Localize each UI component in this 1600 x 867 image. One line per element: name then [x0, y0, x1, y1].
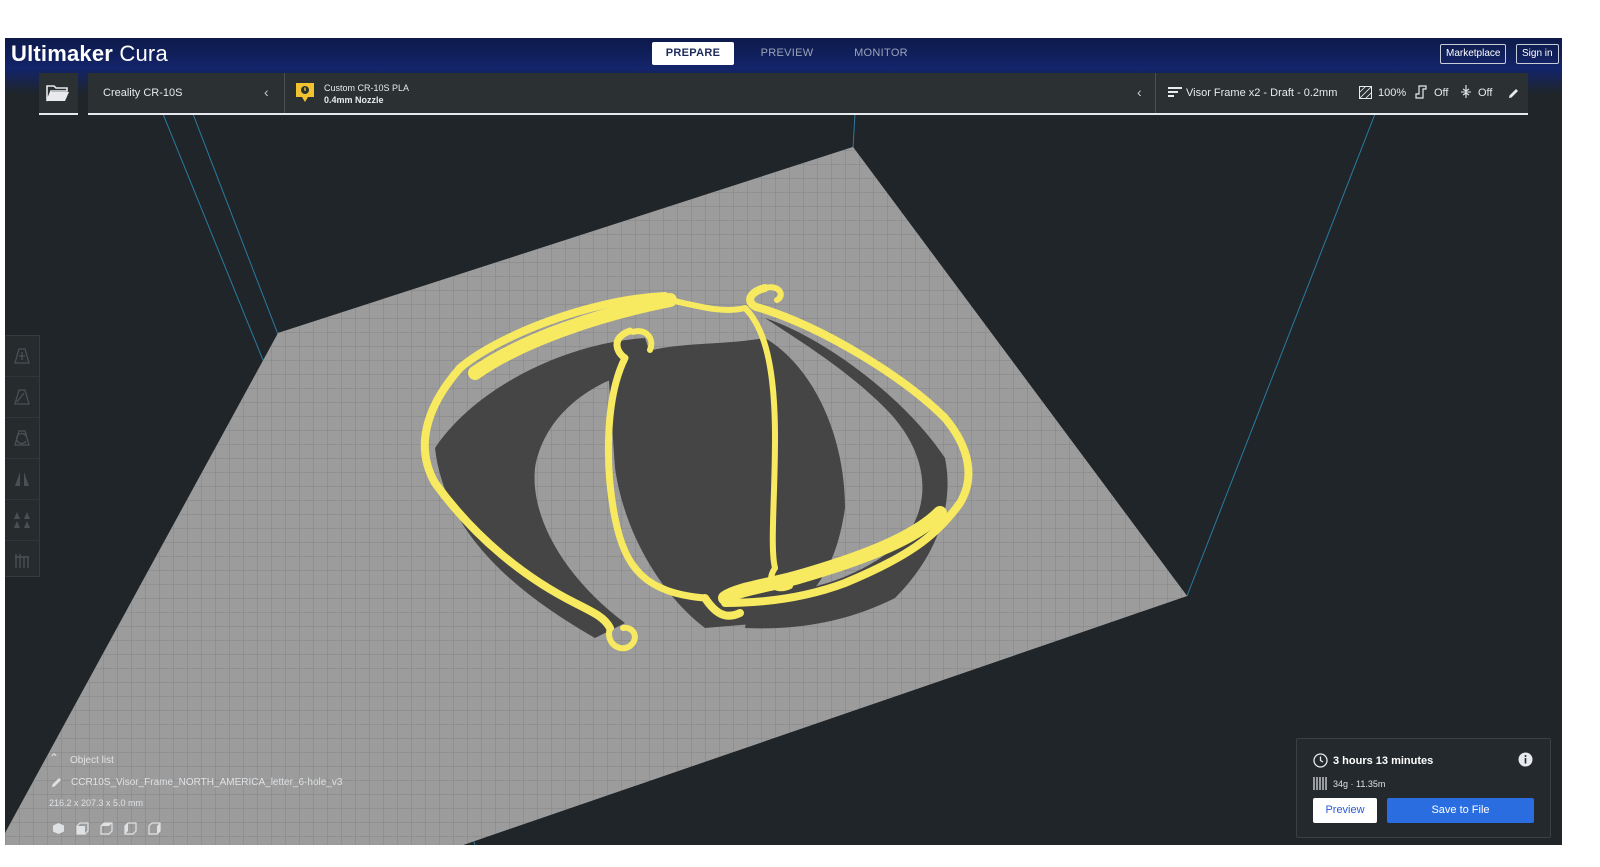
- material-usage: 34g · 11.35m: [1333, 779, 1386, 789]
- rotate-tool-button[interactable]: [5, 418, 39, 459]
- mirror-icon: [15, 472, 29, 486]
- left-view-icon[interactable]: [124, 822, 137, 835]
- viewport-3d[interactable]: [5, 38, 1562, 845]
- right-view-icon[interactable]: [148, 822, 161, 835]
- scale-tool-button[interactable]: [5, 377, 39, 418]
- sign-in-button[interactable]: Sign in: [1516, 44, 1559, 64]
- move-tool-button[interactable]: [5, 336, 39, 377]
- open-file-button[interactable]: [39, 73, 78, 115]
- cura-window: Ultimaker Cura PREPARE PREVIEW MONITOR M…: [5, 38, 1562, 845]
- adhesion-icon: [1461, 85, 1471, 98]
- material-selector[interactable]: Custom CR-10S PLA 0.4mm Nozzle ‹: [285, 73, 1155, 113]
- move-icon: [14, 348, 30, 364]
- 3d-view-icon[interactable]: [52, 822, 65, 835]
- mirror-tool-button[interactable]: [5, 459, 39, 500]
- per-model-settings-icon: [14, 512, 30, 528]
- print-setup-toolbar: Creality CR-10S ‹ Custom CR-10S PLA 0.4m…: [88, 73, 1528, 115]
- material-name: Custom CR-10S PLA: [324, 83, 410, 93]
- tab-monitor[interactable]: MONITOR: [840, 42, 922, 65]
- per-model-settings-button[interactable]: [5, 500, 39, 541]
- tool-panel: [5, 335, 40, 577]
- infill-value: 100%: [1378, 87, 1407, 99]
- print-settings-selector[interactable]: Visor Frame x2 - Draft - 0.2mm 100% Off …: [1156, 73, 1528, 113]
- object-name: CCR10S_Visor_Frame_NORTH_AMERICA_letter_…: [71, 777, 343, 788]
- support-icon: [1415, 85, 1427, 99]
- view-orientation-buttons: [52, 822, 161, 835]
- printer-name: Creality CR-10S: [103, 87, 183, 99]
- infill-icon: [1359, 86, 1372, 99]
- info-icon[interactable]: [1518, 752, 1533, 767]
- support-value: Off: [1434, 87, 1449, 99]
- pencil-icon: [52, 778, 61, 787]
- object-dimensions: 216.2 x 207.3 x 5.0 mm: [49, 798, 144, 808]
- ultimaker-cura-logo: Ultimaker Cura: [11, 41, 168, 66]
- marketplace-button[interactable]: Marketplace: [1440, 44, 1507, 64]
- scale-icon: [14, 389, 30, 405]
- filament-icon: [1313, 777, 1327, 790]
- object-list-title: Object list: [70, 755, 114, 766]
- warning-badge-icon: [296, 83, 314, 102]
- nozzle-size: 0.4mm Nozzle: [324, 95, 384, 105]
- front-view-icon[interactable]: [76, 822, 89, 835]
- save-to-file-button[interactable]: Save to File: [1387, 798, 1534, 823]
- profile-name: Visor Frame x2 - Draft - 0.2mm: [1186, 87, 1338, 99]
- top-view-icon[interactable]: [100, 822, 113, 835]
- clock-icon: [1313, 753, 1328, 768]
- pencil-icon: [1509, 89, 1518, 98]
- support-blocker-icon: [15, 554, 29, 568]
- chevron-up-icon: ⌃: [49, 751, 60, 765]
- object-list-item[interactable]: CCR10S_Visor_Frame_NORTH_AMERICA_letter_…: [49, 776, 349, 790]
- adhesion-value: Off: [1478, 87, 1493, 99]
- rotate-icon: [14, 430, 30, 446]
- support-blocker-button[interactable]: [5, 541, 39, 581]
- object-list-toggle[interactable]: ⌃ Object list: [49, 751, 169, 768]
- chevron-left-icon: ‹: [264, 84, 269, 100]
- tab-preview[interactable]: PREVIEW: [746, 42, 828, 65]
- chevron-left-icon: ‹: [1137, 84, 1142, 100]
- printer-selector[interactable]: Creality CR-10S ‹: [88, 73, 284, 113]
- stage-tabs: PREPARE PREVIEW MONITOR: [652, 42, 934, 65]
- print-info-panel: 3 hours 13 minutes 34g · 11.35m Preview …: [1296, 738, 1551, 838]
- print-time: 3 hours 13 minutes: [1333, 755, 1434, 767]
- tab-prepare[interactable]: PREPARE: [652, 42, 734, 65]
- profile-icon: [1168, 87, 1182, 97]
- preview-button[interactable]: Preview: [1313, 798, 1377, 823]
- folder-icon: [46, 85, 69, 102]
